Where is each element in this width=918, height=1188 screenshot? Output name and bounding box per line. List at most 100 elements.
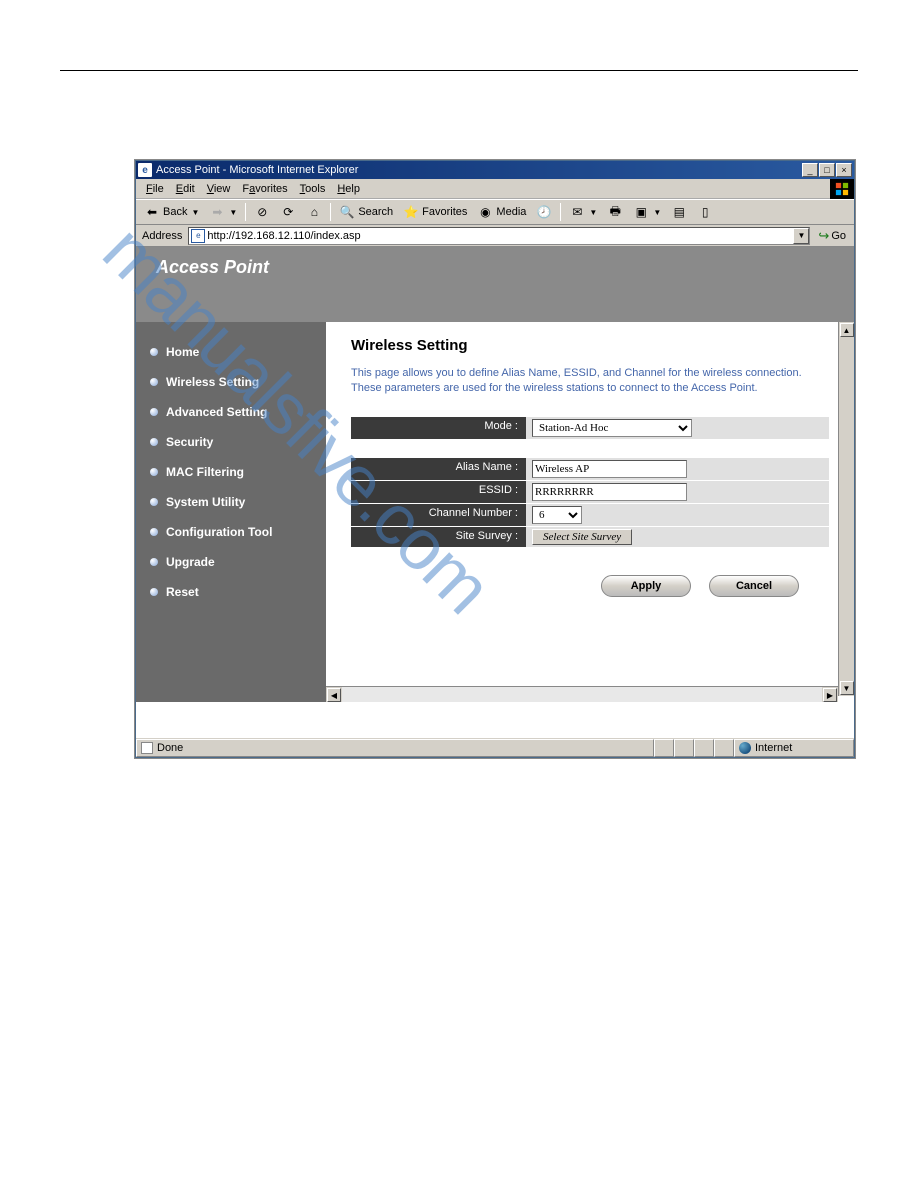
back-button[interactable]: ⬅Back▼ (140, 202, 203, 222)
page-banner: Access Point (136, 247, 854, 322)
banner-title: Access Point (156, 257, 269, 278)
label-site-survey: Site Survey : (351, 527, 526, 547)
bullet-icon (150, 378, 158, 386)
back-icon: ⬅ (144, 204, 160, 220)
menu-bar: File Edit View Favorites Tools Help (136, 179, 854, 199)
select-channel[interactable]: 6 (532, 506, 582, 524)
menu-favorites[interactable]: Favorites (236, 183, 293, 195)
address-bar: Address e ▼ ↪Go (136, 225, 854, 247)
menu-tools[interactable]: Tools (294, 183, 332, 195)
minimize-button[interactable]: _ (802, 163, 818, 177)
messenger-icon: ▯ (697, 204, 713, 220)
discuss-button[interactable]: ▤ (667, 202, 691, 222)
zone-text: Internet (755, 742, 792, 754)
menu-file[interactable]: File (140, 183, 170, 195)
window-controls: _ □ × (802, 163, 852, 177)
media-button[interactable]: ◉Media (473, 202, 530, 222)
window-title: Access Point - Microsoft Internet Explor… (156, 164, 802, 176)
sidebar-item-reset[interactable]: Reset (144, 577, 318, 607)
print-button[interactable]: 🖶 (603, 202, 627, 222)
address-dropdown[interactable]: ▼ (793, 228, 809, 244)
security-zone: Internet (734, 739, 854, 757)
cancel-button[interactable]: Cancel (709, 575, 799, 597)
sidebar-item-wireless-setting[interactable]: Wireless Setting (144, 367, 318, 397)
page-icon: e (191, 229, 205, 243)
address-label: Address (140, 230, 184, 242)
menu-help[interactable]: Help (331, 183, 366, 195)
bullet-icon (150, 468, 158, 476)
sidebar-item-advanced-setting[interactable]: Advanced Setting (144, 397, 318, 427)
label-mode: Mode : (351, 417, 526, 439)
status-seg-spacer (694, 739, 714, 757)
discuss-icon: ▤ (671, 204, 687, 220)
address-input[interactable] (207, 228, 793, 244)
stop-icon: ⊘ (254, 204, 270, 220)
done-icon (141, 742, 153, 754)
go-arrow-icon: ↪ (818, 228, 829, 244)
status-text: Done (157, 742, 183, 754)
horizontal-scrollbar[interactable]: ◀ ▶ (326, 686, 838, 702)
stop-button[interactable]: ⊘ (250, 202, 274, 222)
home-button[interactable]: ⌂ (302, 202, 326, 222)
sidebar-nav: Home Wireless Setting Advanced Setting S… (136, 322, 326, 702)
sidebar-item-upgrade[interactable]: Upgrade (144, 547, 318, 577)
main-layout: Home Wireless Setting Advanced Setting S… (136, 322, 854, 702)
scroll-down-button[interactable]: ▼ (840, 681, 854, 695)
vertical-scrollbar[interactable]: ▲ ▼ (838, 322, 854, 696)
scroll-right-button[interactable]: ▶ (823, 688, 837, 702)
mail-icon: ✉ (569, 204, 585, 220)
go-button[interactable]: ↪Go (814, 228, 850, 244)
bullet-icon (150, 408, 158, 416)
bullet-icon (150, 558, 158, 566)
page-description: This page allows you to define Alias Nam… (351, 366, 829, 397)
media-icon: ◉ (477, 204, 493, 220)
ie-icon: e (138, 163, 152, 177)
row-channel: Channel Number : 6 (351, 504, 829, 526)
refresh-button[interactable]: ⟳ (276, 202, 300, 222)
status-text-segment: Done (136, 739, 654, 757)
bullet-icon (150, 528, 158, 536)
mail-button[interactable]: ✉▼ (565, 202, 601, 222)
select-site-survey-button[interactable]: Select Site Survey (532, 529, 632, 545)
window-titlebar: e Access Point - Microsoft Internet Expl… (136, 161, 854, 179)
bullet-icon (150, 348, 158, 356)
refresh-icon: ⟳ (280, 204, 296, 220)
status-seg-spacer (654, 739, 674, 757)
label-channel: Channel Number : (351, 504, 526, 526)
maximize-button[interactable]: □ (819, 163, 835, 177)
bullet-icon (150, 498, 158, 506)
search-button[interactable]: 🔍Search (335, 202, 397, 222)
history-button[interactable]: 🕗 (532, 202, 556, 222)
sidebar-item-security[interactable]: Security (144, 427, 318, 457)
horizontal-rule (60, 70, 858, 71)
input-alias-name[interactable] (532, 460, 687, 478)
menu-view[interactable]: View (201, 183, 237, 195)
scroll-left-button[interactable]: ◀ (327, 688, 341, 702)
favorites-button[interactable]: ⭐Favorites (399, 202, 471, 222)
sidebar-item-configuration-tool[interactable]: Configuration Tool (144, 517, 318, 547)
internet-zone-icon (739, 742, 751, 754)
forward-icon: ➡ (209, 204, 225, 220)
menu-edit[interactable]: Edit (170, 183, 201, 195)
row-site-survey: Site Survey : Select Site Survey (351, 527, 829, 547)
page-content: Access Point Home Wireless Setting Advan… (136, 247, 854, 737)
scroll-up-button[interactable]: ▲ (840, 323, 854, 337)
select-mode[interactable]: Station-Ad Hoc (532, 419, 692, 437)
favorites-icon: ⭐ (403, 204, 419, 220)
close-button[interactable]: × (836, 163, 852, 177)
sidebar-item-mac-filtering[interactable]: MAC Filtering (144, 457, 318, 487)
page-heading: Wireless Setting (351, 337, 829, 354)
sidebar-item-home[interactable]: Home (144, 337, 318, 367)
sidebar-item-system-utility[interactable]: System Utility (144, 487, 318, 517)
print-icon: 🖶 (607, 204, 623, 220)
home-icon: ⌂ (306, 204, 322, 220)
label-essid: ESSID : (351, 481, 526, 503)
apply-button[interactable]: Apply (601, 575, 691, 597)
row-mode: Mode : Station-Ad Hoc (351, 417, 829, 439)
forward-button[interactable]: ➡▼ (205, 202, 241, 222)
status-seg-spacer (714, 739, 734, 757)
content-panel: Wireless Setting This page allows you to… (326, 322, 854, 702)
input-essid[interactable] (532, 483, 687, 501)
messenger-button[interactable]: ▯ (693, 202, 717, 222)
edit-button[interactable]: ▣▼ (629, 202, 665, 222)
